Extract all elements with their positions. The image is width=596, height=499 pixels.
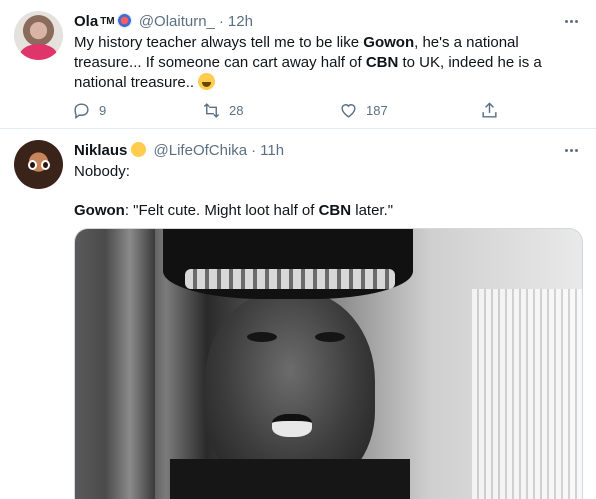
avatar[interactable] [14,140,63,189]
mention-gowon: Gowon [363,34,415,51]
avatar[interactable] [14,11,63,60]
like-button[interactable]: 187 [331,95,388,125]
separator-dot: · [218,13,224,30]
tweet-header: Ola TM @Olaiturn_ · 12h [74,12,253,32]
mention-gowon: Gowon [74,202,125,219]
laughing-emoji-icon [198,73,216,90]
share-icon [482,101,497,118]
user-handle[interactable]: @LifeOfChika [154,142,248,159]
timestamp[interactable]: 11h [260,142,284,159]
more-icon[interactable] [562,143,580,157]
retweet-icon [203,102,220,118]
reply-count: 9 [99,102,107,118]
like-count: 187 [366,102,388,118]
rolling-eyes-emoji-icon [131,142,147,157]
like-icon [341,103,356,118]
emoji-badge-icon [116,13,132,28]
more-icon[interactable] [562,14,580,28]
display-name[interactable]: Ola [74,13,98,30]
reply-button[interactable]: 9 [64,95,106,125]
tweet-ola[interactable]: Ola TM @Olaiturn_ · 12h My history teacher … [0,0,596,129]
separator-dot: · [251,142,257,159]
retweet-button[interactable]: 28 [194,95,243,125]
share-button[interactable] [472,95,507,125]
trademark-badge: TM [100,16,115,27]
tweet-actions: 9 28 187 [64,95,534,125]
tweet-niklaus[interactable]: Niklaus @LifeOfChika · 11h Nobody: Gowon: … [0,129,596,499]
tweet-text: My history teacher always tell me to be … [74,34,542,91]
mention-cbn: CBN [365,54,399,71]
tweet-photo[interactable] [74,228,583,499]
user-handle[interactable]: @Olaiturn_ [139,13,215,30]
tweet-header: Niklaus @LifeOfChika · 11h [74,141,284,161]
tweet-text-line: Nobody: [74,163,130,180]
tweet-text-line: Gowon: "Felt cute. Might loot half of CB… [74,202,394,219]
retweet-count: 28 [229,102,244,118]
display-name[interactable]: Niklaus [74,142,127,159]
timestamp[interactable]: 12h [228,13,253,30]
mention-cbn: CBN [318,202,352,219]
reply-icon [74,102,89,119]
